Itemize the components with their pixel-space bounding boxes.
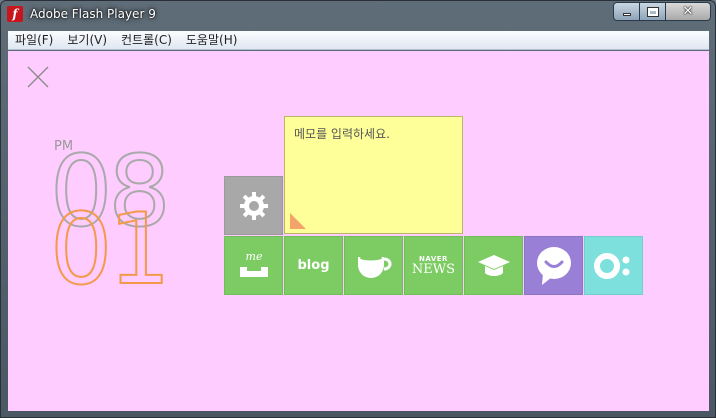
news-label: NEWS	[411, 261, 456, 277]
news-tile[interactable]: NAVER NEWS	[404, 236, 463, 295]
settings-tile[interactable]	[224, 176, 283, 235]
flash-content-area: PM 08 01 메모를 입력하세요. me blog NAVER NEWS	[8, 51, 709, 411]
menu-bar: 파일(F) 보기(V) 컨트롤(C) 도움말(H)	[8, 31, 709, 50]
talk-tile[interactable]	[524, 236, 583, 295]
menu-help[interactable]: 도움말(H)	[179, 31, 245, 49]
cafe-tile[interactable]	[344, 236, 403, 295]
me-inbox-icon: me	[239, 250, 268, 277]
chat-bubble-icon	[536, 246, 571, 285]
clock-minute: 01	[49, 193, 172, 307]
close-x-icon[interactable]	[26, 65, 50, 89]
caption-buttons: ✕	[613, 2, 711, 21]
menu-file[interactable]: 파일(F)	[8, 31, 60, 49]
graduation-cap-icon	[477, 254, 510, 276]
menu-control[interactable]: 컨트롤(C)	[114, 31, 179, 49]
ndrive-tile[interactable]	[584, 236, 643, 295]
title-bar[interactable]: f Adobe Flash Player 9 ✕	[1, 1, 715, 29]
cup-icon	[357, 255, 391, 278]
close-button[interactable]: ✕	[666, 2, 711, 21]
menu-view[interactable]: 보기(V)	[60, 31, 114, 49]
school-tile[interactable]	[464, 236, 523, 295]
window-title: Adobe Flash Player 9	[30, 7, 156, 21]
flash-app-icon[interactable]: f	[7, 6, 23, 22]
maximize-button[interactable]	[640, 2, 666, 21]
blog-tile[interactable]: blog	[284, 236, 343, 295]
blog-label: blog	[297, 258, 330, 273]
memo-fold-icon	[290, 213, 306, 229]
close-icon: ✕	[682, 4, 694, 19]
ring-colon-icon	[593, 252, 629, 279]
me-tile[interactable]: me	[224, 236, 283, 295]
minimize-button[interactable]	[613, 2, 640, 21]
memo-note[interactable]: 메모를 입력하세요.	[284, 116, 463, 234]
app-window: f Adobe Flash Player 9 ✕ 파일(F) 보기(V) 컨트롤…	[0, 0, 716, 418]
me-label: me	[245, 250, 262, 263]
memo-placeholder: 메모를 입력하세요.	[294, 127, 390, 141]
maximize-icon	[646, 6, 659, 17]
gear-icon	[239, 191, 268, 220]
minimize-icon	[622, 13, 631, 16]
